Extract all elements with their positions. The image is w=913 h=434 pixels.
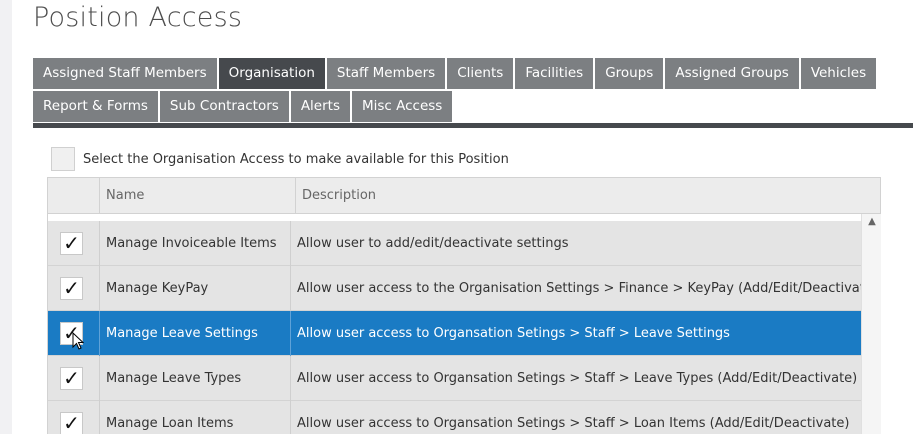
tab-vehicles[interactable]: Vehicles (800, 58, 877, 89)
tab-assigned-staff-members[interactable]: Assigned Staff Members (33, 58, 217, 89)
row-name: Manage Invoiceable Items (99, 221, 290, 266)
check-icon: ✓ (63, 231, 80, 255)
row-checkbox[interactable]: ✓ (60, 367, 83, 390)
tab-groups[interactable]: Groups (595, 58, 664, 89)
check-icon: ✓ (63, 411, 80, 434)
tab-alerts[interactable]: Alerts (290, 91, 350, 122)
tab-staff-members[interactable]: Staff Members (326, 58, 446, 89)
access-grid: Name Description ✓ Manage Invoiceable It… (47, 177, 881, 434)
header-check-column (48, 178, 99, 214)
page-title: Position Access (33, 2, 243, 33)
grid-body: ✓ Manage Invoiceable Items Allow user to… (48, 215, 862, 434)
row-checkbox[interactable]: ✓ (60, 277, 83, 300)
tab-misc-access[interactable]: Misc Access (351, 91, 453, 122)
row-check-cell: ✓ (48, 221, 99, 266)
row-description: Allow user access to Organsation Setings… (290, 401, 862, 434)
row-name: Manage Leave Types (99, 356, 290, 401)
row-name: Manage Leave Settings (99, 311, 290, 356)
tab-clients[interactable]: Clients (447, 58, 514, 89)
table-row-selected[interactable]: ✓ Manage Leave Settings Allow user acces… (48, 311, 862, 356)
row-description: Allow user access to the Organisation Se… (290, 266, 862, 311)
vertical-scrollbar[interactable]: ▲ (861, 214, 881, 434)
tab-organisation[interactable]: Organisation (218, 58, 325, 89)
table-row[interactable]: ✓ Manage Invoiceable Items Allow user to… (48, 221, 862, 266)
row-checkbox[interactable]: ✓ (60, 232, 83, 255)
tab-facilities[interactable]: Facilities (515, 58, 594, 89)
table-row[interactable]: ✓ Manage Leave Types Allow user access t… (48, 356, 862, 401)
select-all-checkbox[interactable] (51, 147, 75, 171)
select-all-label: Select the Organisation Access to make a… (83, 151, 509, 167)
header-description[interactable]: Description (295, 178, 880, 214)
row-check-cell: ✓ (48, 401, 99, 434)
tab-sub-contractors[interactable]: Sub Contractors (159, 91, 289, 122)
check-icon: ✓ (63, 366, 80, 390)
row-check-cell: ✓ (48, 356, 99, 401)
mouse-pointer-icon (72, 332, 84, 350)
row-checkbox[interactable]: ✓ (60, 412, 83, 434)
row-description: Allow user access to Organsation Setings… (290, 356, 862, 401)
tab-row-2: Report & Forms Sub Contractors Alerts Mi… (33, 91, 913, 124)
row-check-cell: ✓ (48, 266, 99, 311)
chevron-up-icon[interactable]: ▲ (862, 214, 882, 230)
grid-header: Name Description (48, 178, 880, 214)
row-name: Manage Loan Items (99, 401, 290, 434)
tab-underline-bar (33, 123, 913, 128)
row-description: Allow user to add/edit/deactivate settin… (290, 221, 862, 266)
table-row[interactable]: ✓ Manage KeyPay Allow user access to the… (48, 266, 862, 311)
tab-assigned-groups[interactable]: Assigned Groups (665, 58, 799, 89)
row-name: Manage KeyPay (99, 266, 290, 311)
tab-report-forms[interactable]: Report & Forms (33, 91, 158, 122)
left-edge-strip (0, 0, 12, 434)
check-icon: ✓ (63, 276, 80, 300)
tab-bar: Assigned Staff Members Organisation Staf… (33, 58, 913, 124)
header-name[interactable]: Name (99, 178, 295, 214)
table-row[interactable]: ✓ Manage Loan Items Allow user access to… (48, 401, 862, 434)
tab-row-1: Assigned Staff Members Organisation Staf… (33, 58, 913, 91)
select-all-row: Select the Organisation Access to make a… (51, 147, 509, 171)
row-description: Allow user access to Organsation Setings… (290, 311, 862, 356)
